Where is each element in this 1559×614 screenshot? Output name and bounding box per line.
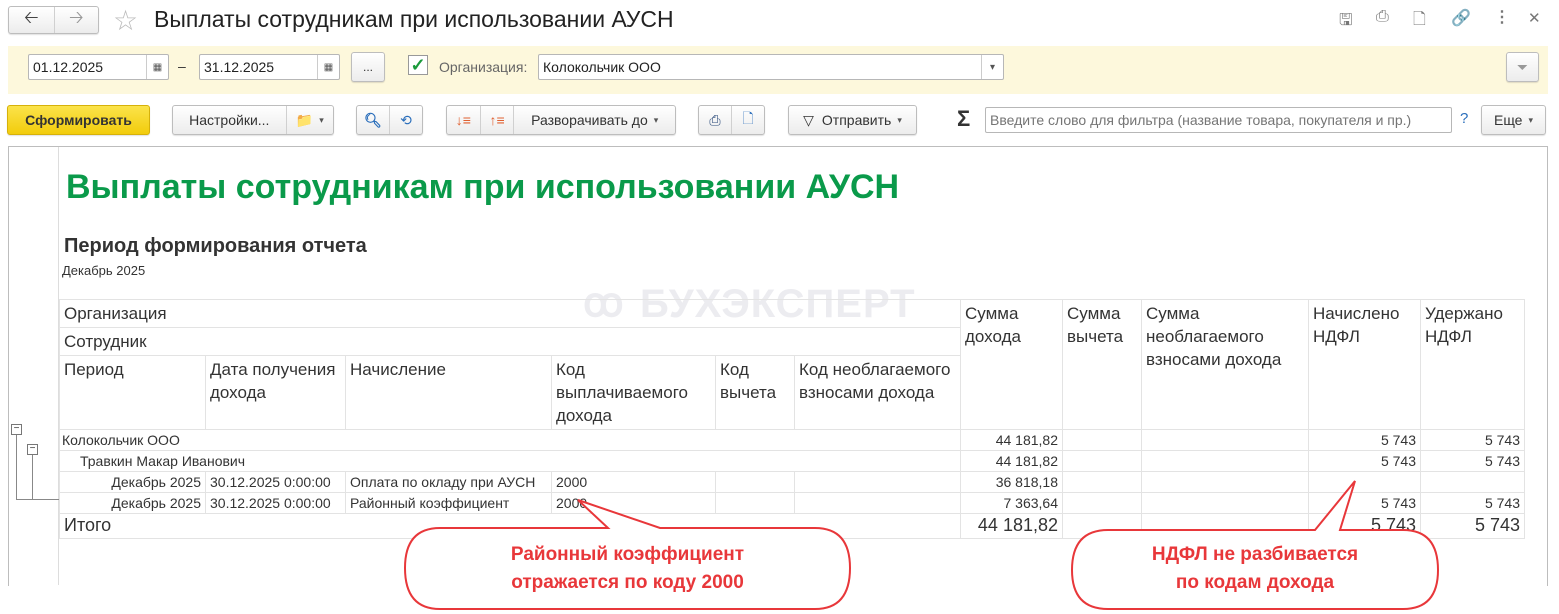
callout-line: отражается по коду 2000 [511, 572, 744, 593]
callout-line: НДФЛ не разбивается [1151, 544, 1359, 565]
callout-bubbles [403, 480, 1440, 610]
right-callout-text: НДФЛ не разбивается по кодам дохода [1072, 541, 1438, 597]
callout-line: по кодам дохода [1175, 572, 1335, 593]
left-callout-text: Районный коэффициент отражается по коду … [405, 541, 850, 597]
callout-line: Районный коэффициент [510, 544, 745, 565]
